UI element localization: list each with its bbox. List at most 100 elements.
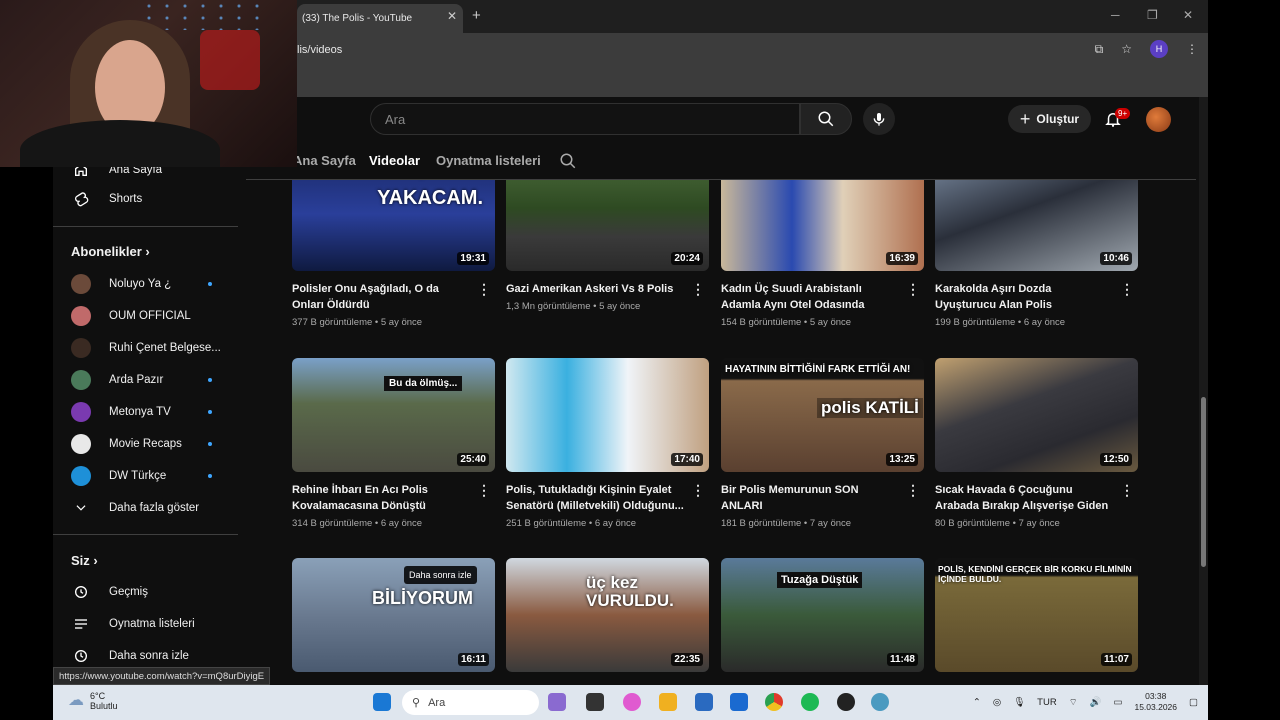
search-button[interactable] <box>800 103 852 135</box>
sidebar-item-playlists[interactable]: Oynatma listeleri <box>71 612 195 636</box>
copilot-icon[interactable] <box>623 693 641 711</box>
video-thumbnail[interactable]: Tuzağa Düştük 11:48 <box>721 558 924 672</box>
weather-widget[interactable]: ☁ 6°C Bulutlu <box>68 691 118 711</box>
tab-videos[interactable]: Videolar <box>369 153 420 168</box>
restore-icon[interactable]: ❐ <box>1147 8 1158 22</box>
task-view-icon[interactable] <box>586 693 604 711</box>
network-app-icon[interactable]: ◎ <box>993 697 1001 708</box>
new-tab-button[interactable]: + <box>472 7 481 24</box>
video-thumbnail[interactable]: Bu da ölmüş... 25:40 <box>292 358 495 472</box>
video-card[interactable]: HAYATININ BİTTİĞİNİ FARK ETTİĞİ AN! polis… <box>721 358 924 529</box>
taskbar-search[interactable]: ⚲ Ara <box>402 690 539 715</box>
video-title[interactable]: Bir Polis Memurunun SON ANLARI <box>721 482 901 514</box>
video-title[interactable]: Polisler Onu Aşağıladı, O da Onları Öldü… <box>292 281 472 313</box>
tab-close-icon[interactable]: ✕ <box>447 9 457 23</box>
show-more-button[interactable]: Daha fazla göster <box>71 496 199 520</box>
language-indicator[interactable]: TUR <box>1037 697 1057 708</box>
video-card[interactable]: BİLİYORUM Daha sonra izle 16:11 <box>292 558 495 672</box>
sidebar-item-history[interactable]: Geçmiş <box>71 580 148 604</box>
more-actions-icon[interactable]: ⋮ <box>691 482 705 499</box>
more-actions-icon[interactable]: ⋮ <box>1120 482 1134 499</box>
sidebar-item-subscription[interactable]: DW Türkçe <box>71 464 166 488</box>
minimize-icon[interactable]: ─ <box>1111 8 1120 22</box>
account-avatar[interactable] <box>1146 107 1171 132</box>
video-thumbnail[interactable]: üç kez VURULDU. 22:35 <box>506 558 709 672</box>
chevron-up-icon[interactable]: ⌃ <box>973 697 981 708</box>
sidebar-item-subscription[interactable]: Noluyo Ya ¿ <box>71 272 171 296</box>
video-card[interactable]: 16:39 Kadın Üç Suudi Arabistanlı Adamla A… <box>721 180 924 328</box>
scrollbar-thumb[interactable] <box>1201 397 1206 567</box>
close-window-icon[interactable]: ✕ <box>1183 8 1193 22</box>
video-card[interactable]: 10:46 Karakolda Aşırı Dozda Uyuşturucu Al… <box>935 180 1138 328</box>
chrome-icon[interactable] <box>765 693 783 711</box>
video-thumbnail[interactable]: POLİS, KENDİNİ GERÇEK BİR KORKU FİLMİNİN… <box>935 558 1138 672</box>
video-card[interactable]: YAKACAM. Canınızı Çok Fena 19:31 Polisler O… <box>292 180 495 328</box>
video-title[interactable]: Karakolda Aşırı Dozda Uyuşturucu Alan Po… <box>935 281 1115 313</box>
clock[interactable]: 03:38 15.03.2026 <box>1134 691 1177 713</box>
browser-menu-icon[interactable]: ⋮ <box>1186 42 1198 56</box>
sidebar-item-subscription[interactable]: Ruhi Çenet Belgese... <box>71 336 221 360</box>
install-app-icon[interactable]: ⧉ <box>1095 42 1104 57</box>
volume-icon[interactable]: 🔊 <box>1090 697 1102 708</box>
sidebar-item-subscription[interactable]: Movie Recaps <box>71 432 182 456</box>
video-title[interactable]: Kadın Üç Suudi Arabistanlı Adamla Aynı O… <box>721 281 901 313</box>
video-card[interactable]: 12:50 Sıcak Havada 6 Çocuğunu Arabada Bır… <box>935 358 1138 529</box>
video-meta: 181 B görüntüleme • 7 ay önce <box>721 518 852 529</box>
more-actions-icon[interactable]: ⋮ <box>477 281 491 298</box>
start-button-icon[interactable] <box>373 693 391 711</box>
battery-icon[interactable]: ▭ <box>1113 697 1122 708</box>
page-scrollbar[interactable] <box>1199 97 1208 685</box>
wifi-icon[interactable]: ⌔ <box>1069 697 1078 708</box>
sidebar-item-watch-later[interactable]: Daha sonra izle <box>71 644 189 668</box>
video-card[interactable]: 17:40 Polis, Tutukladığı Kişinin Eyalet S… <box>506 358 709 529</box>
bookmark-star-icon[interactable]: ☆ <box>1121 42 1132 56</box>
video-title[interactable]: Gazi Amerikan Askeri Vs 8 Polis <box>506 281 686 297</box>
you-heading[interactable]: Siz › <box>71 553 98 568</box>
video-thumbnail[interactable]: 17:40 <box>506 358 709 472</box>
more-actions-icon[interactable]: ⋮ <box>906 281 920 298</box>
url-field[interactable]: lis/videos <box>297 44 342 56</box>
store-icon[interactable] <box>695 693 713 711</box>
video-thumbnail[interactable]: 12:50 <box>935 358 1138 472</box>
profile-avatar[interactable]: H <box>1150 40 1168 58</box>
more-actions-icon[interactable]: ⋮ <box>691 281 705 298</box>
video-thumbnail[interactable]: HAYATININ BİTTİĞİNİ FARK ETTİĞİ AN! polis… <box>721 358 924 472</box>
sidebar-item-subscription[interactable]: Arda Pazır <box>71 368 163 392</box>
video-title[interactable]: Sıcak Havada 6 Çocuğunu Arabada Bırakıp … <box>935 482 1115 514</box>
settings-gear-icon[interactable] <box>871 693 889 711</box>
notifications-tray-icon[interactable]: ▢ <box>1189 697 1198 708</box>
create-button[interactable]: + Oluştur <box>1008 105 1091 133</box>
tabs-divider <box>246 179 1196 180</box>
thumbnail-overlay-text: üç kez VURULDU. <box>586 573 674 610</box>
video-card[interactable]: 20:24 Gazi Amerikan Askeri Vs 8 Polis 1,3 … <box>506 180 709 312</box>
more-actions-icon[interactable]: ⋮ <box>906 482 920 499</box>
microphone-tray-icon[interactable]: 🎙 <box>1013 697 1025 708</box>
video-title[interactable]: Rehine İhbarı En Acı Polis Kovalamacasın… <box>292 482 472 514</box>
tab-playlists[interactable]: Oynatma listeleri <box>436 153 541 168</box>
search-input[interactable]: Ara <box>370 103 800 135</box>
subscriptions-label: Abonelikler <box>71 244 142 259</box>
voice-search-button[interactable] <box>863 103 895 135</box>
tab-home[interactable]: Ana Sayfa <box>293 153 356 168</box>
clipchamp-icon[interactable] <box>548 693 566 711</box>
video-card[interactable]: Bu da ölmüş... 25:40 Rehine İhbarı En Acı … <box>292 358 495 529</box>
outlook-icon[interactable] <box>730 693 748 711</box>
video-card[interactable]: üç kez VURULDU. 22:35 <box>506 558 709 672</box>
spotify-icon[interactable] <box>801 693 819 711</box>
video-title[interactable]: Polis, Tutukladığı Kişinin Eyalet Senatö… <box>506 482 686 514</box>
obs-icon[interactable] <box>837 693 855 711</box>
more-actions-icon[interactable]: ⋮ <box>477 482 491 499</box>
more-actions-icon[interactable]: ⋮ <box>1120 281 1134 298</box>
sidebar-item-subscription[interactable]: Metonya TV <box>71 400 171 424</box>
thumbnail-overlay-text: BİLİYORUM <box>372 588 473 608</box>
sidebar-item-subscription[interactable]: OUM OFFICIAL <box>71 304 191 328</box>
browser-tab[interactable]: (33) The Polis - YouTube ✕ <box>297 4 463 33</box>
channel-search-icon[interactable] <box>559 152 577 175</box>
video-card[interactable]: POLİS, KENDİNİ GERÇEK BİR KORKU FİLMİNİN… <box>935 558 1138 672</box>
file-explorer-icon[interactable] <box>659 693 677 711</box>
video-card[interactable]: Tuzağa Düştük 11:48 <box>721 558 924 672</box>
video-thumbnail[interactable]: BİLİYORUM Daha sonra izle 16:11 <box>292 558 495 672</box>
subscriptions-heading[interactable]: Abonelikler › <box>71 244 150 259</box>
cloud-icon: ☁ <box>68 692 84 709</box>
sidebar-item-shorts[interactable]: Shorts <box>71 187 142 211</box>
